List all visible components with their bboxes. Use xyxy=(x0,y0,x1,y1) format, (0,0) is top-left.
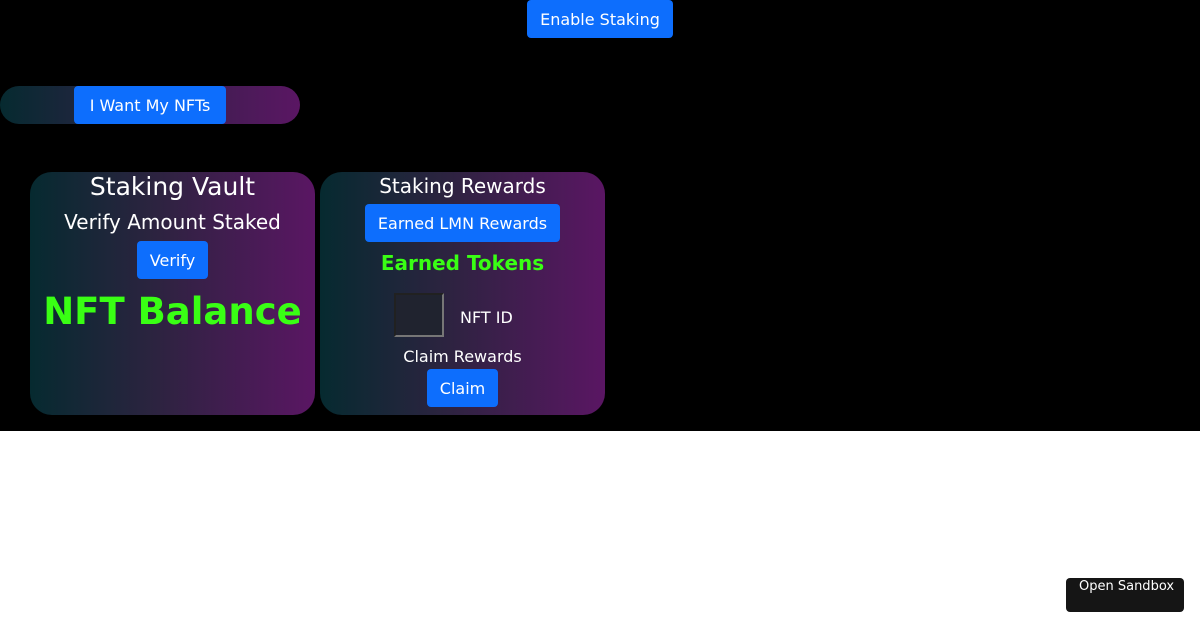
nft-balance-label: NFT Balance xyxy=(43,290,302,333)
verify-button[interactable]: Verify xyxy=(137,241,208,279)
earned-tokens-label: Earned Tokens xyxy=(380,251,545,275)
app-background: Enable Staking I Want My NFTs Staking Va… xyxy=(0,0,1200,431)
staking-vault-card: Staking Vault Verify Amount Staked Verif… xyxy=(30,172,315,415)
enable-staking-button[interactable]: Enable Staking xyxy=(527,0,673,38)
vault-subtitle: Verify Amount Staked xyxy=(64,210,281,234)
staking-rewards-card: Staking Rewards Earned LMN Rewards Earne… xyxy=(320,172,605,415)
open-sandbox-button[interactable]: Open Sandbox xyxy=(1066,578,1184,612)
nft-id-input[interactable] xyxy=(394,293,444,337)
rewards-title: Staking Rewards xyxy=(379,174,546,198)
want-my-nfts-button[interactable]: I Want My NFTs xyxy=(74,86,226,124)
claim-button[interactable]: Claim xyxy=(427,369,498,407)
nft-id-label: NFT ID xyxy=(460,308,513,327)
earned-lmn-rewards-button[interactable]: Earned LMN Rewards xyxy=(365,204,560,242)
claim-rewards-label: Claim Rewards xyxy=(403,347,522,366)
vault-title: Staking Vault xyxy=(89,172,256,201)
